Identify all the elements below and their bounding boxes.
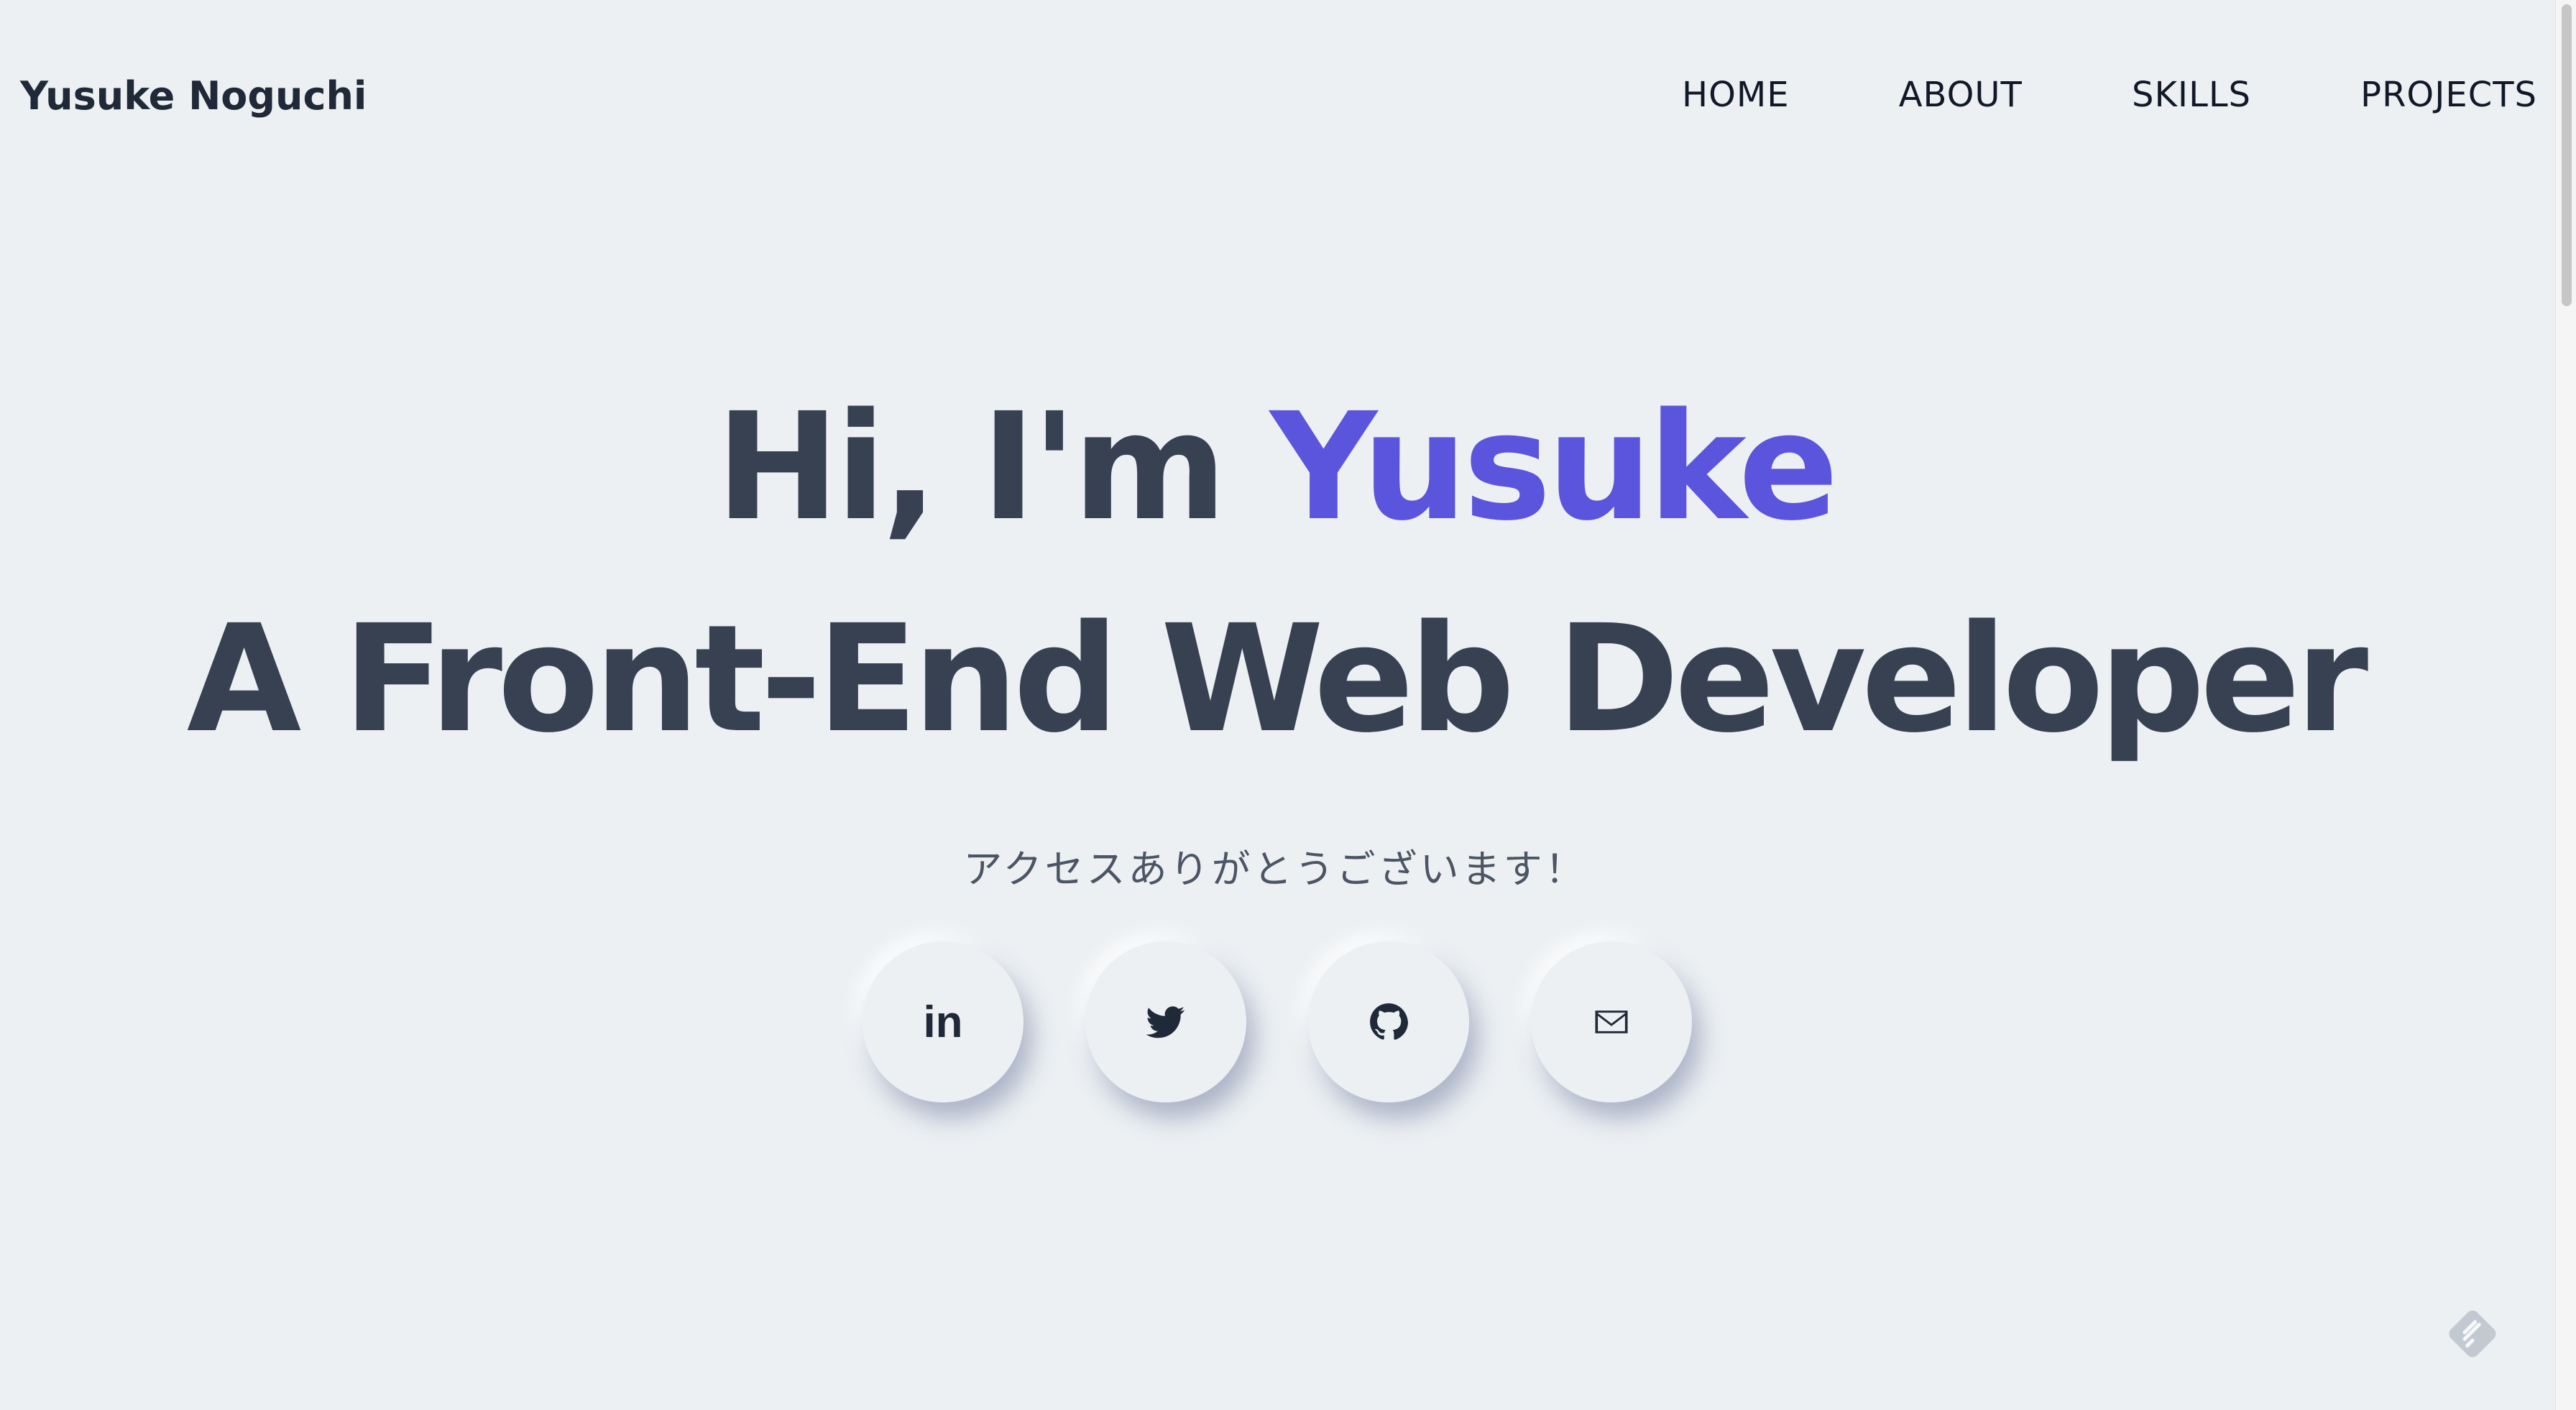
role-heading: A Front-End Web Developer [186, 593, 2368, 765]
mail-button[interactable] [1531, 941, 1692, 1102]
greeting-heading: Hi, I'm Yusuke [0, 363, 2550, 571]
linkedin-button[interactable]: in [862, 941, 1024, 1102]
page-scrollbar[interactable] [2555, 0, 2576, 1410]
page: Yusuke Noguchi HOME ABOUT SKILLS PROJECT… [0, 0, 2576, 1410]
mail-icon [1595, 1010, 1628, 1033]
floating-badge-icon[interactable] [2441, 1302, 2504, 1365]
greeting-name: Yusuke [1269, 381, 1839, 553]
site-brand[interactable]: Yusuke Noguchi [20, 73, 367, 119]
nav-item-about[interactable]: ABOUT [1899, 75, 2023, 115]
github-button[interactable] [1308, 941, 1469, 1102]
twitter-icon [1146, 1006, 1185, 1038]
nav-item-skills[interactable]: SKILLS [2132, 75, 2251, 115]
hero-subtitle: アクセスありがとうございます！ [963, 847, 1587, 892]
main-nav: HOME ABOUT SKILLS PROJECTS [1682, 75, 2537, 115]
nav-item-projects[interactable]: PROJECTS [2360, 75, 2537, 115]
github-icon [1370, 1003, 1408, 1040]
nav-item-home[interactable]: HOME [1682, 75, 1790, 115]
linkedin-icon: in [923, 997, 963, 1047]
social-links: in [862, 941, 1692, 1102]
hero-section: Hi, I'm Yusuke A Front-End Web Developer… [0, 363, 2550, 894]
twitter-button[interactable] [1085, 941, 1246, 1102]
scrollbar-thumb[interactable] [2562, 4, 2572, 306]
greeting-prefix: Hi, I'm [715, 381, 1270, 553]
